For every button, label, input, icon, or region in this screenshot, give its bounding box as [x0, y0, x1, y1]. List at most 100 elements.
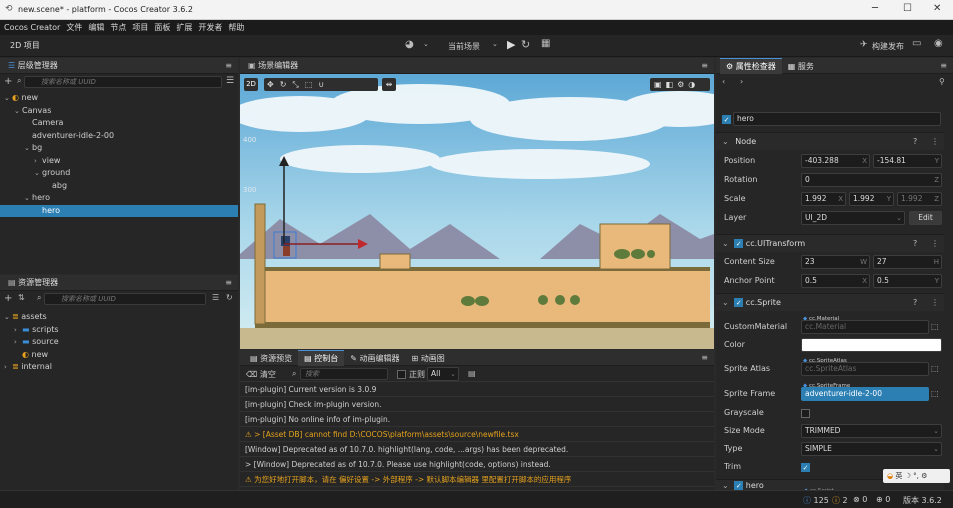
content-height-input[interactable]: 27 H [873, 255, 942, 269]
pin-icon[interactable]: ⚲ [939, 77, 945, 86]
custom-material-field[interactable]: cc.Material [801, 320, 929, 334]
node-name-input[interactable]: hero [733, 112, 941, 126]
refresh-icon[interactable]: ↻ [226, 293, 233, 302]
menu-extension[interactable]: 扩展 [176, 20, 192, 35]
list-icon[interactable]: ☰ [226, 76, 234, 86]
regex-checkbox[interactable] [397, 370, 406, 379]
chevron-down-icon[interactable]: ⌄ [34, 167, 42, 180]
add-asset-icon[interactable]: + [4, 293, 12, 304]
grayscale-checkbox[interactable] [801, 409, 810, 418]
uitransform-enabled-checkbox[interactable]: ✓ [734, 239, 744, 248]
hierarchy-node-item[interactable]: › view [0, 155, 238, 168]
hierarchy-node-item[interactable]: ⌄ bg [0, 142, 238, 155]
node-active-checkbox[interactable]: ✓ [722, 115, 731, 124]
size-mode-select[interactable]: TRIMMED ⌄ [801, 424, 942, 438]
anchor-y-input[interactable]: 0.5 Y [873, 274, 942, 288]
list-icon[interactable]: ☰ [212, 293, 219, 302]
panel-menu-icon[interactable]: ≡ [225, 58, 232, 74]
build-publish-button[interactable]: 构建发布 [872, 41, 904, 52]
status-warnings[interactable]: ⓘ 2 [832, 495, 848, 506]
asset-item[interactable]: › ▬ scripts [0, 324, 238, 337]
log-level-select[interactable]: All ⌄ [427, 367, 459, 381]
chevron-down-icon[interactable]: ⌄ [14, 105, 22, 118]
help-icon[interactable]: ? [913, 133, 917, 151]
asset-picker-icon[interactable]: ⬚ [931, 360, 939, 378]
snap-tools[interactable] [348, 78, 378, 91]
ime-language[interactable]: 英 [895, 472, 902, 480]
asset-picker-icon[interactable]: ⬚ [931, 385, 939, 403]
color-swatch[interactable] [801, 338, 942, 352]
panel-menu-icon[interactable]: ≡ [940, 58, 947, 74]
menu-help[interactable]: 帮助 [228, 20, 244, 35]
console-log-entry[interactable]: ⚠ 为您好地打开脚本，请在 偏好设置 -> 外部程序 -> 默认脚本编辑器 里配… [240, 472, 714, 487]
back-arrow-icon[interactable]: ‹ [722, 77, 725, 86]
asset-item[interactable]: › ≣ internal [0, 361, 238, 374]
scene-select[interactable]: 当前场景 [448, 41, 480, 52]
asset-item[interactable]: › ▬ source [0, 336, 238, 349]
hierarchy-node-item[interactable]: Camera [0, 117, 238, 130]
ime-moon-icon[interactable]: ☽ [905, 472, 911, 480]
status-errors[interactable]: ⊗ 0 [853, 495, 867, 504]
help-icon[interactable]: ? [913, 235, 917, 253]
folder-icon[interactable]: ▭ [912, 38, 921, 49]
hero-script-enabled-checkbox[interactable]: ✓ [734, 481, 744, 490]
more-icon[interactable]: ⋮ [931, 235, 939, 253]
close-icon[interactable]: ✕ [933, 3, 941, 14]
more-icon[interactable]: ⋮ [931, 133, 939, 151]
chevron-down-icon[interactable]: ⌄ [24, 142, 32, 155]
scale-y-input[interactable]: 1.992 Y [849, 192, 894, 206]
sprite-atlas-field[interactable]: cc.SpriteAtlas [801, 362, 929, 376]
tab-inspector[interactable]: ⚙ 属性检查器 [720, 58, 782, 74]
minimize-icon[interactable]: ─ [872, 3, 878, 14]
assets-search-input[interactable]: 搜索名称或 UUID [44, 293, 206, 305]
chevron-right-icon[interactable]: › [34, 155, 42, 168]
node-section-header[interactable]: ⌄ Node ? ⋮ [716, 132, 944, 150]
scale-x-input[interactable]: 1.992 X [801, 192, 846, 206]
ime-punct-icon[interactable]: °, [913, 472, 919, 480]
position-y-input[interactable]: -154.81 Y [873, 154, 942, 168]
hierarchy-node-item[interactable]: ⌄ ◐ new [0, 92, 238, 105]
layer-edit-button[interactable]: Edit [909, 211, 942, 225]
sprite-frame-field[interactable]: adventurer-idle-2-00 [801, 387, 929, 401]
status-extra[interactable]: ⊕ 0 [876, 495, 890, 504]
help-icon[interactable]: ? [913, 294, 917, 312]
chevron-right-icon[interactable]: › [4, 361, 12, 374]
content-width-input[interactable]: 23 W [801, 255, 870, 269]
tab-asset-preview[interactable]: ▤ 资源预览 [244, 351, 298, 367]
console-log-entry[interactable]: [im-plugin] Current version is 3.0.9 [240, 382, 714, 397]
hierarchy-node-item[interactable]: ⌄ Canvas [0, 105, 238, 118]
scale-z-input[interactable]: 1.992 Z [897, 192, 942, 206]
uitransform-section-header[interactable]: ⌄ ✓ cc.UITransform ? ⋮ [716, 234, 944, 252]
menu-file[interactable]: 文件 [66, 20, 82, 35]
grid-icon[interactable]: ▦ [541, 38, 550, 49]
console-log-entry[interactable]: [Window] Deprecated as of 10.7.0. highli… [240, 442, 714, 457]
console-log-entry[interactable]: > [Window] Deprecated as of 10.7.0. Plea… [240, 457, 714, 472]
tab-services[interactable]: ▦ 服务 [782, 59, 820, 75]
scene-viewport[interactable]: 400 300 [240, 74, 714, 349]
panel-menu-icon[interactable]: ≡ [701, 58, 708, 74]
rotation-input[interactable]: 0Z [801, 173, 942, 187]
chevron-down-icon[interactable]: ⌄ [4, 92, 12, 105]
tab-animation-graph[interactable]: ⊞ 动画图 [405, 351, 450, 367]
hierarchy-search-input[interactable]: 搜索名称或 UUID [24, 76, 222, 88]
console-log-entry[interactable]: [im-plugin] No online info of im-plugin. [240, 412, 714, 427]
panel-menu-icon[interactable]: ≡ [225, 275, 232, 291]
sort-icon[interactable]: ⇅ [18, 293, 25, 302]
asset-item[interactable]: ◐ new [0, 349, 238, 362]
chevron-right-icon[interactable]: › [14, 324, 22, 337]
scene-select-chevron-icon[interactable]: ⌄ [492, 40, 498, 48]
console-log-entry[interactable]: ⚠ > [Asset DB] cannot find D:\COCOS\plat… [240, 427, 714, 442]
status-info[interactable]: ⓘ 125 [803, 495, 829, 506]
platform-icon[interactable]: ◕ [405, 39, 414, 50]
menu-cocos[interactable]: Cocos Creator [4, 20, 60, 35]
chevron-down-icon[interactable]: ⌄ [423, 40, 429, 48]
menu-panel[interactable]: 面板 [154, 20, 170, 35]
layer-select[interactable]: UI_2D ⌄ [801, 211, 905, 225]
forward-arrow-icon[interactable]: › [740, 77, 743, 86]
chevron-down-icon[interactable]: ⌄ [24, 192, 32, 205]
menu-node[interactable]: 节点 [110, 20, 126, 35]
align-icon[interactable]: ⇹ [382, 78, 396, 91]
hierarchy-node-item[interactable]: adventurer-idle-2-00 [0, 130, 238, 143]
play-icon[interactable]: ▶ [507, 38, 515, 51]
refresh-icon[interactable]: ↻ [521, 38, 530, 51]
